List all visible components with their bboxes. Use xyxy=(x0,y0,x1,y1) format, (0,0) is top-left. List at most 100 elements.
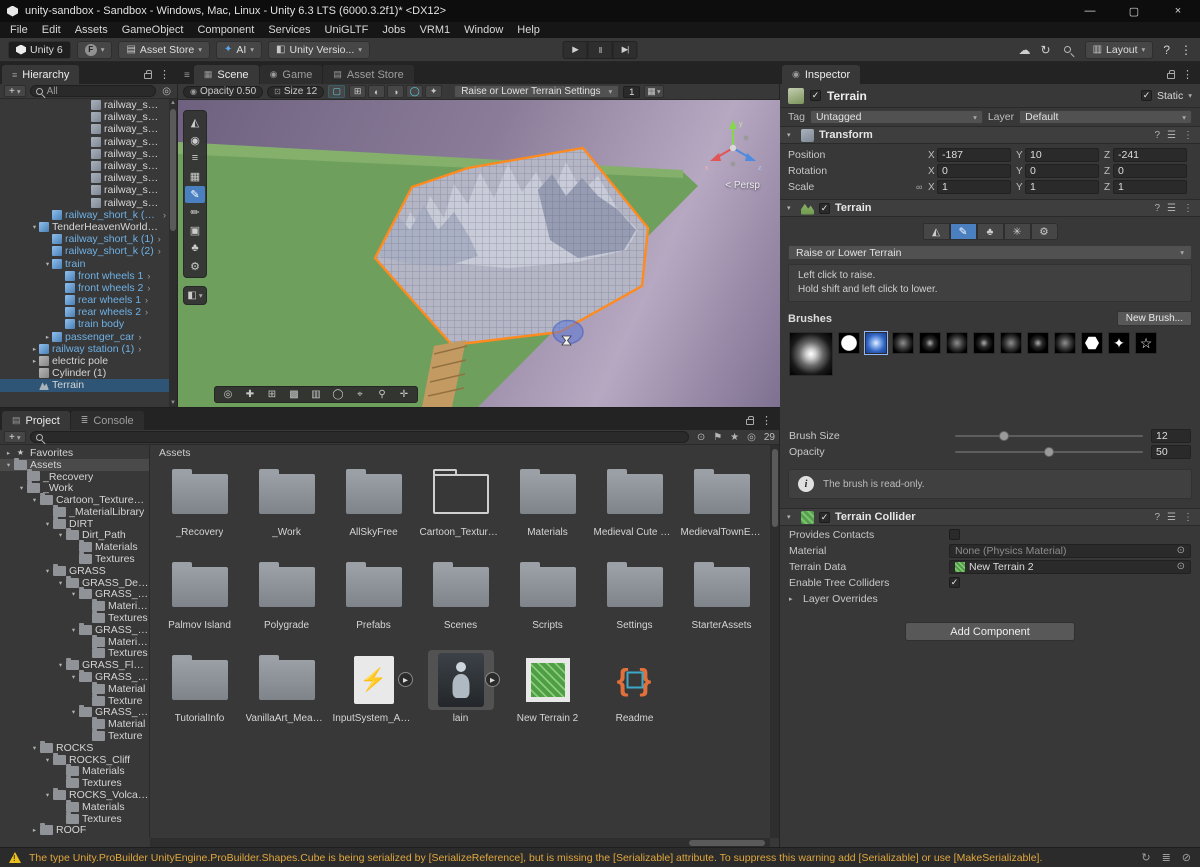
shading-toggle-icon[interactable]: ◐ xyxy=(368,85,385,98)
object-picker-icon[interactable]: ⊙ xyxy=(1177,561,1185,572)
brush-size-field[interactable]: 12 xyxy=(1151,429,1191,443)
presets-icon[interactable]: ☰ xyxy=(1167,203,1176,214)
scene-visibility-toggle-icon[interactable]: ◎ xyxy=(160,86,173,97)
expander-icon[interactable]: ▸ xyxy=(43,333,52,341)
lighting-toggle-icon[interactable]: ◑ xyxy=(387,85,404,98)
transform-component-header[interactable]: ▾ Transform ? ☰ ⋮ xyxy=(780,126,1200,144)
asset-item[interactable]: ▶ Polygrade xyxy=(243,554,330,647)
folder-tree-item[interactable]: Textures xyxy=(0,612,149,624)
hierarchy-item[interactable]: Cylinder (1) xyxy=(0,367,169,379)
folder-tree-item[interactable]: ▾ ROCKS_Volcanic xyxy=(0,789,149,801)
brush-size-slider[interactable] xyxy=(955,435,1143,437)
viewport-move-icon[interactable]: ✚ xyxy=(240,387,260,402)
slider-thumb[interactable] xyxy=(1044,447,1054,457)
folder-tree-item[interactable]: ▾ GRASS xyxy=(0,565,149,577)
terrain-component-header[interactable]: ▾ ✓ Terrain ? ☰ ⋮ xyxy=(780,199,1200,217)
search-by-type-icon[interactable]: ⊙ xyxy=(697,432,705,443)
asset-item[interactable]: ▶ Medieval Cute Ser... xyxy=(591,461,678,554)
foldout-icon[interactable]: ▸ xyxy=(789,595,798,603)
mask-toggle-button[interactable]: ▢ xyxy=(328,85,345,98)
folder-tree-item[interactable]: Materials xyxy=(0,766,149,778)
expander-icon[interactable]: ▾ xyxy=(43,260,52,268)
menu-item[interactable]: Jobs xyxy=(375,22,412,38)
folder-tree-item[interactable]: ▸ ★ Favorites xyxy=(0,447,149,459)
lock-icon[interactable] xyxy=(144,73,152,79)
link-icon[interactable]: ∞ xyxy=(916,182,928,192)
folder-tree-item[interactable]: Materials xyxy=(0,541,149,553)
object-picker-icon[interactable]: ⊙ xyxy=(1177,545,1185,556)
grid-toggle-icon[interactable]: ⊞ xyxy=(349,85,366,98)
expander-icon[interactable]: ▾ xyxy=(43,520,52,528)
hierarchy-item[interactable]: railway_short(Clone xyxy=(0,136,169,148)
material-object-field[interactable]: None (Physics Material) ⊙ xyxy=(949,544,1191,558)
panel-menu-icon[interactable]: ⋮ xyxy=(159,68,170,81)
hierarchy-item[interactable]: rear wheels 2 › xyxy=(0,306,169,318)
expander-icon[interactable]: ▾ xyxy=(30,496,39,504)
foldout-icon[interactable]: ▾ xyxy=(787,131,796,139)
expander-icon[interactable]: ▾ xyxy=(56,661,65,669)
asset-item[interactable]: ▶ Materials xyxy=(504,461,591,554)
x-field[interactable]: -187 xyxy=(937,148,1011,162)
folder-tree-item[interactable]: Texture xyxy=(0,695,149,707)
expander-icon[interactable]: ▾ xyxy=(30,744,39,752)
cloud-icon[interactable]: ☁ xyxy=(1019,43,1031,57)
provides-contacts-checkbox[interactable]: ✓ xyxy=(949,529,960,540)
layer-dropdown[interactable]: Default ▾ xyxy=(1019,110,1192,124)
scrollbar-thumb[interactable] xyxy=(170,109,176,231)
z-field[interactable]: -241 xyxy=(1113,148,1187,162)
hierarchy-item[interactable]: railway_short(Clone xyxy=(0,160,169,172)
folder-tree-item[interactable]: Materials xyxy=(0,600,149,612)
scene-mini-tool-button[interactable]: ◧ ▾ xyxy=(183,286,207,305)
hierarchy-item[interactable]: railway_short(Clone xyxy=(0,197,169,209)
scene-tool-grid[interactable]: ▦ xyxy=(185,168,205,185)
active-checkbox[interactable]: ✓ xyxy=(810,90,821,101)
terrain-create-neighbor-tool[interactable]: ◭ xyxy=(923,223,950,240)
layout-dropdown[interactable]: ▥ Layout ▾ xyxy=(1085,41,1154,59)
lock-icon[interactable] xyxy=(1167,73,1175,79)
unity-version-badge[interactable]: Unity 6 xyxy=(8,41,71,59)
close-button[interactable]: × xyxy=(1156,0,1200,22)
hierarchy-item[interactable]: ▾ TenderHeavenWorldLine xyxy=(0,221,169,233)
x-field[interactable]: 0 xyxy=(937,164,1011,178)
folder-tree-item[interactable]: _Recovery xyxy=(0,471,149,483)
brush-soft[interactable] xyxy=(919,332,941,354)
hierarchy-item[interactable]: railway_short_k (1) › xyxy=(0,233,169,245)
effects-toggle-icon[interactable]: ✦ xyxy=(425,85,442,98)
brush-cloud[interactable] xyxy=(1027,332,1049,354)
static-dropdown[interactable]: ✓ Static ▾ xyxy=(1141,90,1192,102)
folder-tree-item[interactable]: ▾ Cartoon_Texture_Pack xyxy=(0,494,149,506)
brush-burst[interactable]: ✦ xyxy=(1108,332,1130,354)
lock-icon[interactable] xyxy=(746,419,754,425)
status-console-icon[interactable]: ≣ xyxy=(1162,851,1171,864)
terrain-settings-dropdown[interactable]: Raise or Lower Terrain Settings ▾ xyxy=(454,85,619,98)
layer-overrides-foldout[interactable]: ▸ Layer Overrides xyxy=(780,591,1200,606)
pane-dock-icon[interactable]: ≡ xyxy=(180,70,194,84)
folder-tree-item[interactable]: ▾ GRASS_Flower xyxy=(0,707,149,719)
prefab-chevron-icon[interactable]: › xyxy=(145,295,148,305)
scene-tool-paint-brush[interactable]: ✎ xyxy=(185,186,205,203)
project-search-input[interactable] xyxy=(30,431,689,443)
y-field[interactable]: 0 xyxy=(1025,164,1099,178)
scene-tool-camera[interactable]: ◉ xyxy=(185,132,205,149)
viewport-render-mode-icon[interactable]: ◎ xyxy=(218,387,238,402)
brush-hexagon[interactable] xyxy=(1081,332,1103,354)
folder-tree-item[interactable]: ▾ GRASS_Flower xyxy=(0,659,149,671)
hierarchy-item[interactable]: train body xyxy=(0,318,169,330)
menu-item[interactable]: UniGLTF xyxy=(318,22,376,38)
hidden-items-count[interactable]: 29 xyxy=(764,432,775,443)
hierarchy-item[interactable]: ▾ train xyxy=(0,257,169,269)
folder-tree-item[interactable]: _MaterialLibrary xyxy=(0,506,149,518)
hierarchy-item[interactable]: ▸ electric pole xyxy=(0,355,169,367)
asset-item[interactable]: ▶ AllSkyFree xyxy=(330,461,417,554)
z-field[interactable]: 0 xyxy=(1113,164,1187,178)
terrain-paint-trees-tool[interactable]: ♣ xyxy=(977,223,1004,240)
brush-soft-selected[interactable] xyxy=(865,332,887,354)
hierarchy-item[interactable]: railway_short(Clone xyxy=(0,99,169,111)
folder-tree-item[interactable]: Materials xyxy=(0,636,149,648)
help-icon[interactable]: ? xyxy=(1154,512,1160,523)
hierarchy-scrollbar[interactable]: ▲ ▼ xyxy=(169,99,177,407)
panel-menu-icon[interactable]: ⋮ xyxy=(761,414,772,427)
terrain-data-object-field[interactable]: New Terrain 2 ⊙ xyxy=(949,560,1191,574)
brush-size-pill[interactable]: ⊡ Size 12 xyxy=(267,86,324,98)
asset-store-dropdown[interactable]: ▤ Asset Store ▾ xyxy=(118,41,210,59)
